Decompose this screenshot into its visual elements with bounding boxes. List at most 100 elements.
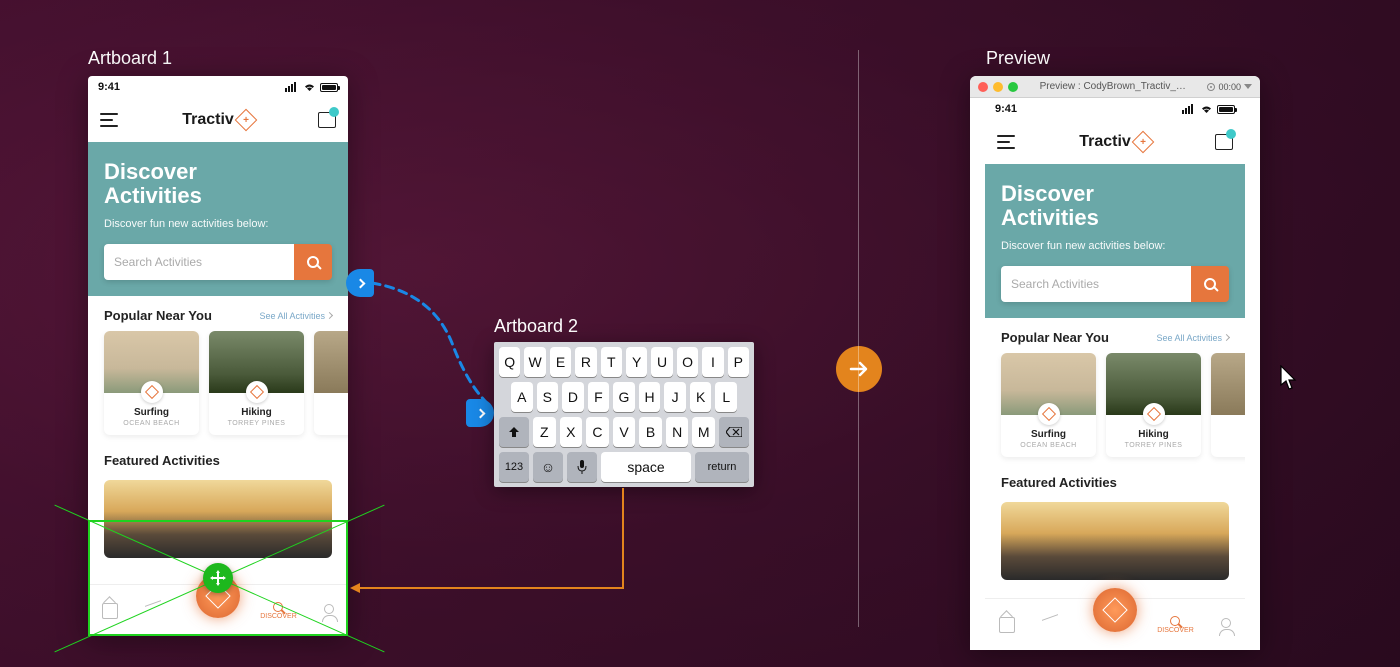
mic-icon [577,460,587,474]
nav-discover[interactable]: DISCOVER [260,602,297,620]
search-icon [307,256,319,268]
search-button[interactable] [294,244,332,280]
cards-scroller[interactable]: Surfing OCEAN BEACH HikingTORREY PINES [88,331,348,447]
card-subtitle: OCEAN BEACH [110,420,193,427]
inbox-icon[interactable] [1215,134,1233,150]
arrow-indicator [836,346,882,392]
numbers-key[interactable]: 123 [499,452,529,482]
artboard1-label: Artboard 1 [88,48,172,69]
battery-icon [320,83,338,92]
close-icon[interactable] [978,82,988,92]
key[interactable]: Y [626,347,647,377]
nav-home[interactable] [102,603,118,619]
key[interactable]: U [651,347,672,377]
key[interactable]: V [613,417,636,447]
fab-button[interactable] [1093,588,1137,632]
nav-label: DISCOVER [1157,627,1194,634]
key[interactable]: Q [499,347,520,377]
record-indicator[interactable]: 00:00 [1207,82,1252,92]
key[interactable]: F [588,382,610,412]
see-all-link[interactable]: See All Activities [259,311,332,321]
preview-phone[interactable]: 9:41 Tractiv + DiscoverActivities Discov… [985,98,1245,650]
key[interactable]: H [639,382,661,412]
searchbar [104,244,332,280]
artboard2-keyboard[interactable]: Q W E R T Y U O I P A S D F G H J K L Z … [494,342,754,487]
space-key[interactable]: space [601,452,691,482]
key[interactable]: O [677,347,698,377]
shift-key[interactable] [499,417,529,447]
plus-diamond-icon [1102,597,1127,622]
shift-icon [508,426,520,438]
keyboard-row: Z X C V B N M [499,417,749,447]
key[interactable]: I [702,347,723,377]
card-title: Surfing [110,407,193,418]
search-input[interactable] [1001,266,1191,302]
featured-heading: Featured Activities [1001,475,1117,490]
key[interactable]: W [524,347,545,377]
card-title: Hiking [1112,429,1195,440]
menu-icon[interactable] [100,113,118,127]
emoji-key[interactable]: ☺ [533,452,563,482]
backspace-key[interactable] [719,417,749,447]
minimize-icon[interactable] [993,82,1003,92]
key[interactable]: N [666,417,689,447]
brand-diamond-icon: + [234,109,257,132]
prototype-wire-target[interactable] [466,399,494,427]
key[interactable]: X [560,417,583,447]
card-diamond-icon [246,381,268,403]
inbox-icon[interactable] [318,112,336,128]
search-button[interactable] [1191,266,1229,302]
fab-button[interactable] [196,574,240,618]
prototype-wire-source[interactable] [346,269,374,297]
mic-key[interactable] [567,452,597,482]
nav-home[interactable] [999,617,1015,633]
nav-profile[interactable] [324,608,334,614]
window-title: Preview : CodyBrown_Tractiv_… [1024,81,1201,92]
chevron-right-icon [326,312,333,319]
record-icon [1207,83,1215,91]
key[interactable]: G [613,382,635,412]
card-third[interactable] [1211,353,1245,457]
key[interactable]: Z [533,417,556,447]
see-all-link[interactable]: See All Activities [1156,333,1229,343]
return-key[interactable]: return [695,452,749,482]
key[interactable]: L [715,382,737,412]
search-icon [1170,616,1180,626]
backspace-icon [726,427,742,437]
card-third[interactable] [314,331,348,435]
nav-profile[interactable] [1221,622,1231,628]
key[interactable]: P [728,347,749,377]
key[interactable]: R [575,347,596,377]
cards-scroller[interactable]: SurfingOCEAN BEACH HikingTORREY PINES [985,353,1245,469]
key[interactable]: A [511,382,533,412]
card-surfing[interactable]: Surfing OCEAN BEACH [104,331,199,435]
keyboard-row: Q W E R T Y U O I P [499,347,749,377]
card-subtitle: OCEAN BEACH [1007,442,1090,449]
featured-image[interactable] [1001,502,1229,580]
key[interactable]: S [537,382,559,412]
search-input[interactable] [104,244,294,280]
menu-icon[interactable] [997,135,1015,149]
key[interactable]: T [601,347,622,377]
key[interactable]: D [562,382,584,412]
nav-activity[interactable] [145,603,161,619]
nav-activity[interactable] [1042,617,1058,633]
key[interactable]: C [586,417,609,447]
card-hiking[interactable]: HikingTORREY PINES [209,331,304,435]
featured-heading: Featured Activities [104,453,220,468]
key[interactable]: M [692,417,715,447]
key[interactable]: J [664,382,686,412]
card-surfing[interactable]: SurfingOCEAN BEACH [1001,353,1096,457]
popular-heading: Popular Near You [1001,330,1109,345]
nav-discover[interactable]: DISCOVER [1157,616,1194,634]
user-icon [324,604,334,614]
featured-image[interactable] [104,480,332,558]
card-hiking[interactable]: HikingTORREY PINES [1106,353,1201,457]
key[interactable]: B [639,417,662,447]
artboard1-phone[interactable]: 9:41 Tractiv + DiscoverActivities Discov… [88,76,348,636]
wifi-icon [303,82,316,92]
preview-window[interactable]: Preview : CodyBrown_Tractiv_… 00:00 9:41… [970,76,1260,650]
maximize-icon[interactable] [1008,82,1018,92]
key[interactable]: E [550,347,571,377]
key[interactable]: K [690,382,712,412]
